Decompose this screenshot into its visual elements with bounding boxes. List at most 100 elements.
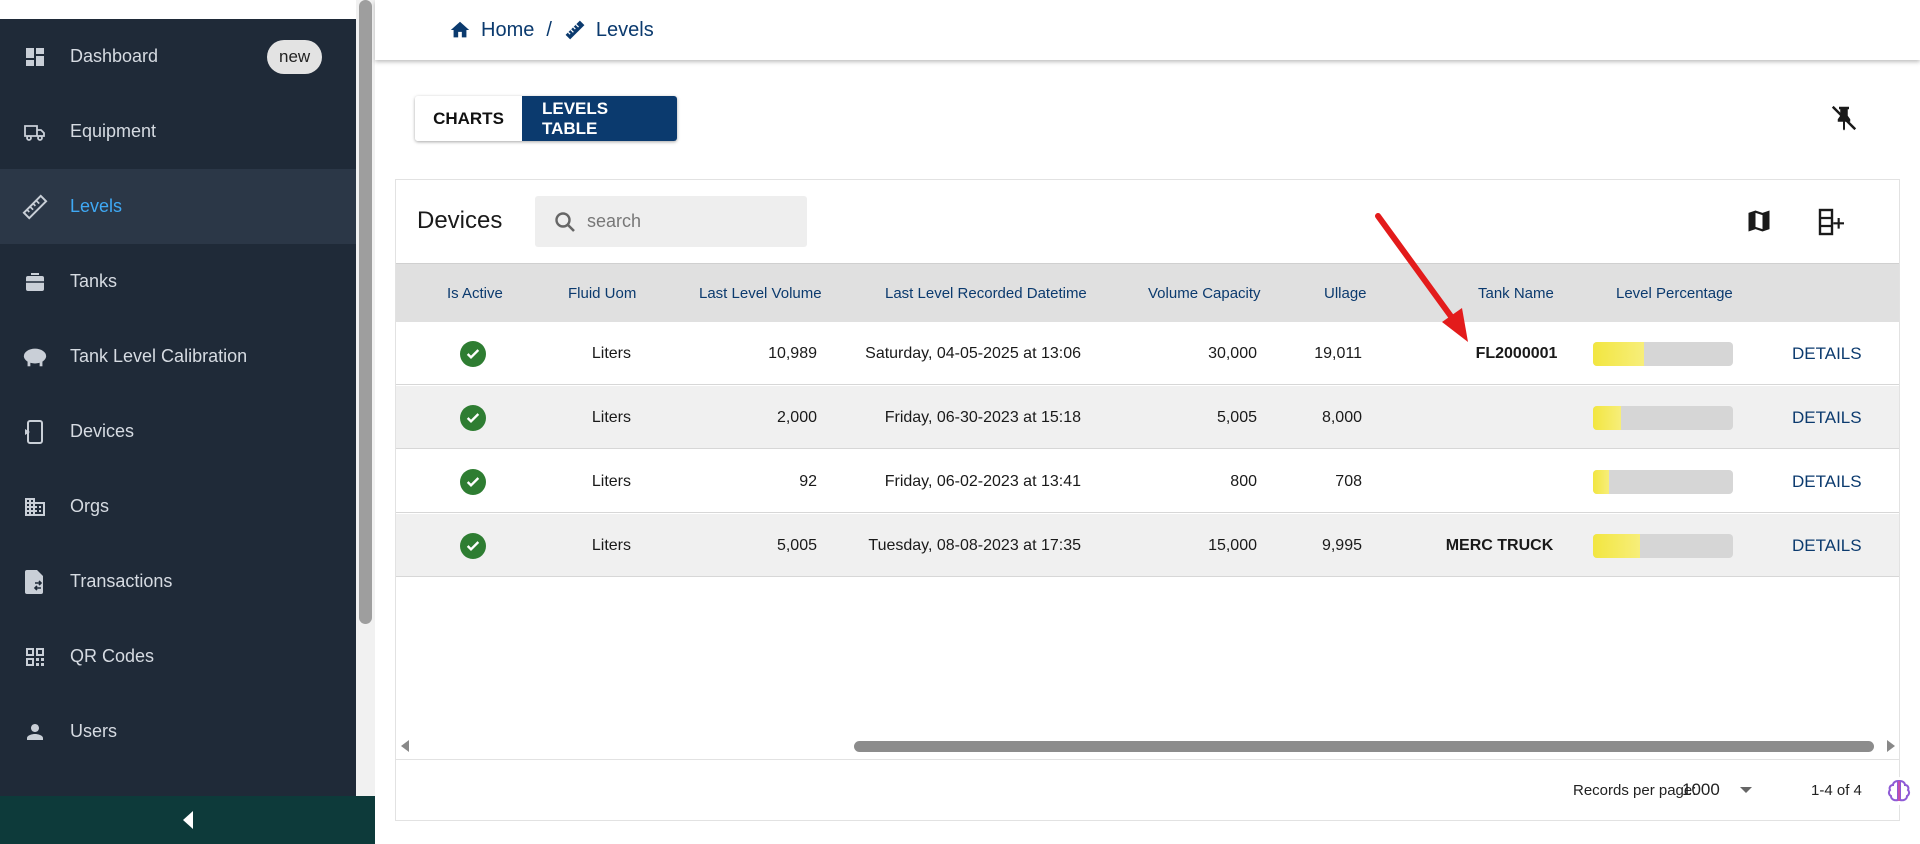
level-progress-bar: [1593, 341, 1733, 366]
search-icon: [555, 211, 575, 232]
sidebar-item-label: Dashboard: [70, 46, 159, 66]
sidebar-item-levels[interactable]: Levels: [0, 169, 356, 244]
unpin-button[interactable]: [1829, 103, 1859, 133]
capacity-cell: 5,005: [1216, 408, 1257, 426]
capacity-cell: 800: [1230, 472, 1257, 490]
sidebar-item-label: Tanks: [70, 271, 118, 291]
scroll-right-arrow[interactable]: [1887, 740, 1895, 752]
check-circle-icon: [460, 340, 486, 367]
sidebar-item-transactions[interactable]: Transactions: [0, 544, 356, 619]
page-range: 1-4 of 4: [1811, 781, 1862, 799]
column-header-fluid-uom[interactable]: Fluid Uom: [568, 264, 636, 323]
qr-code-icon: [22, 644, 48, 670]
details-link[interactable]: DETAILS: [1792, 408, 1862, 428]
sidebar-item-label: QR Codes: [70, 646, 155, 666]
check-circle-icon: [460, 404, 486, 431]
sidebar-item-label: Levels: [70, 196, 123, 216]
sidebar-item-label: Equipment: [70, 121, 157, 141]
records-per-page-select[interactable]: 1000: [1682, 759, 1752, 821]
level-progress-bar: [1593, 405, 1733, 430]
last-level-volume-cell: 2,000: [776, 408, 817, 426]
pin-off-icon: [1831, 105, 1857, 131]
charts-tab[interactable]: CHARTS: [415, 96, 522, 141]
column-header-tank-name[interactable]: Tank Name: [1478, 264, 1554, 323]
details-cell: DETAILS: [1792, 450, 1862, 513]
column-header-ullage[interactable]: Ullage: [1324, 264, 1367, 323]
tank-icon: [22, 269, 48, 295]
details-cell: DETAILS: [1792, 322, 1862, 385]
sidebar-item-devices[interactable]: Devices: [0, 394, 356, 469]
table-row[interactable]: Liters 10,989 Saturday, 04-05-2025 at 13…: [396, 322, 1899, 385]
scroll-left-arrow[interactable]: [401, 740, 409, 752]
levels-table-tab[interactable]: LEVELS TABLE: [522, 96, 677, 141]
sidebar-scrollbar-thumb[interactable]: [359, 0, 372, 624]
ruler-icon: [22, 194, 48, 220]
transaction-icon: [22, 569, 48, 595]
sidebar: Dashboard new Equipment Levels Tanks Tan…: [0, 0, 356, 844]
level-percentage-cell: [1593, 450, 1733, 513]
ullage-cell: 9,995: [1321, 536, 1362, 554]
level-progress-fill: [1593, 405, 1621, 430]
breadcrumb-separator: /: [546, 18, 552, 41]
assistant-brain-icon[interactable]: [1884, 776, 1914, 806]
collapse-sidebar-icon[interactable]: [182, 811, 193, 829]
view-toggle: CHARTS LEVELS TABLE: [415, 96, 677, 141]
top-header: Home / Levels: [375, 0, 1920, 60]
sidebar-item-dashboard[interactable]: Dashboard new: [0, 19, 356, 94]
devices-card: Devices Is Active Fluid Uom Last Level V…: [395, 179, 1913, 821]
sidebar-item-orgs[interactable]: Orgs: [0, 469, 356, 544]
ullage-cell: 708: [1335, 472, 1362, 490]
breadcrumb-home[interactable]: Home: [449, 19, 534, 42]
details-cell: DETAILS: [1792, 386, 1862, 449]
sidebar-item-label: Tank Level Calibration: [70, 346, 248, 366]
details-cell: DETAILS: [1792, 514, 1862, 577]
level-progress-bar: [1593, 533, 1733, 558]
column-header-level-percentage[interactable]: Level Percentage: [1616, 264, 1733, 323]
sidebar-item-equipment[interactable]: Equipment: [0, 94, 356, 169]
active-status: [460, 386, 486, 449]
capacity-cell: 30,000: [1208, 344, 1257, 362]
fluid-uom-cell: Liters: [591, 472, 631, 490]
sidebar-item-users[interactable]: Users: [0, 694, 356, 769]
tank-name-cell: MERC TRUCK: [1445, 536, 1554, 554]
column-header-volume-capacity[interactable]: Volume Capacity: [1148, 264, 1261, 323]
last-level-volume-cell: 10,989: [768, 344, 817, 362]
search-input[interactable]: [587, 211, 787, 232]
table-row[interactable]: Liters 5,005 Tuesday, 08-08-2023 at 17:3…: [396, 514, 1899, 577]
sidebar-item-qr-codes[interactable]: QR Codes: [0, 619, 356, 694]
details-link[interactable]: DETAILS: [1792, 344, 1862, 364]
details-link[interactable]: DETAILS: [1792, 472, 1862, 492]
sidebar-footer: [0, 796, 375, 844]
column-header-last-level-recorded-datetime[interactable]: Last Level Recorded Datetime: [885, 264, 1087, 323]
sidebar-item-label: Users: [70, 721, 118, 741]
sidebar-item-tanks[interactable]: Tanks: [0, 244, 356, 319]
column-header-last-level-volume[interactable]: Last Level Volume: [699, 264, 822, 323]
table-row[interactable]: Liters 2,000 Friday, 06-30-2023 at 15:18…: [396, 386, 1899, 449]
datetime-cell: Tuesday, 08-08-2023 at 17:35: [868, 536, 1081, 554]
details-link[interactable]: DETAILS: [1792, 536, 1862, 556]
active-status: [460, 322, 486, 385]
map-icon: [1748, 210, 1770, 232]
level-progress-bar: [1593, 469, 1733, 494]
level-percentage-cell: [1593, 386, 1733, 449]
table-row[interactable]: Liters 92 Friday, 06-02-2023 at 13:41 80…: [396, 450, 1899, 513]
breadcrumb-current[interactable]: Levels: [564, 19, 654, 42]
devices-title: Devices: [417, 207, 503, 234]
tank-name-cell: [1445, 450, 1588, 513]
user-icon: [22, 719, 48, 745]
level-percentage-cell: [1593, 322, 1733, 385]
dropdown-caret-icon: [1739, 787, 1752, 793]
add-column-button[interactable]: [1816, 206, 1848, 238]
search-box[interactable]: [535, 196, 807, 247]
last-level-volume-cell: 5,005: [776, 536, 817, 554]
breadcrumb: Home / Levels: [449, 0, 654, 60]
column-header-is-active[interactable]: Is Active: [447, 264, 503, 323]
check-circle-icon: [460, 532, 486, 559]
home-icon: [450, 21, 470, 38]
sidebar-item-label: Orgs: [70, 496, 110, 516]
map-view-button[interactable]: [1745, 207, 1775, 237]
horizontal-scrollbar-thumb[interactable]: [854, 741, 1874, 752]
dashboard-icon: [22, 44, 48, 70]
sidebar-item-tank-level-calibration[interactable]: Tank Level Calibration: [0, 319, 356, 394]
datetime-cell: Friday, 06-30-2023 at 15:18: [884, 408, 1081, 426]
